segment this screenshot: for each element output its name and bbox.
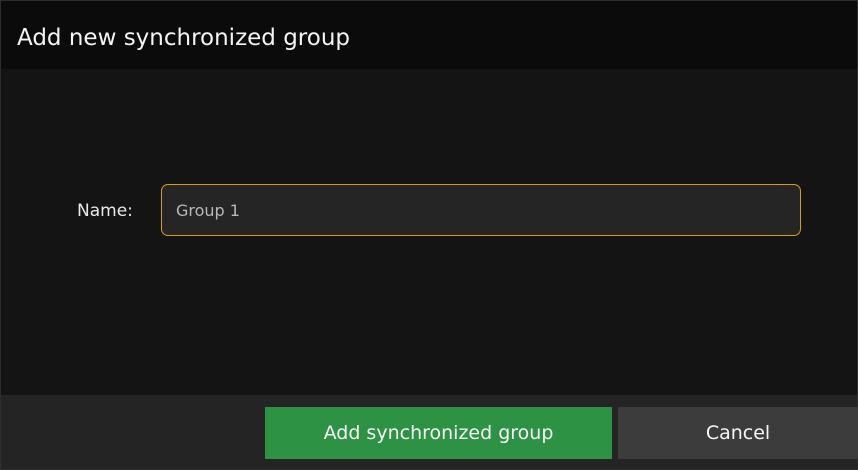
add-synchronized-group-dialog: Add new synchronized group Name: Add syn…: [0, 0, 858, 470]
add-synchronized-group-button[interactable]: Add synchronized group: [265, 407, 612, 459]
name-input[interactable]: [161, 184, 801, 236]
name-label: Name:: [77, 201, 133, 221]
cancel-button[interactable]: Cancel: [618, 407, 858, 459]
dialog-title-bar: Add new synchronized group: [1, 1, 857, 69]
dialog-title: Add new synchronized group: [17, 25, 351, 51]
